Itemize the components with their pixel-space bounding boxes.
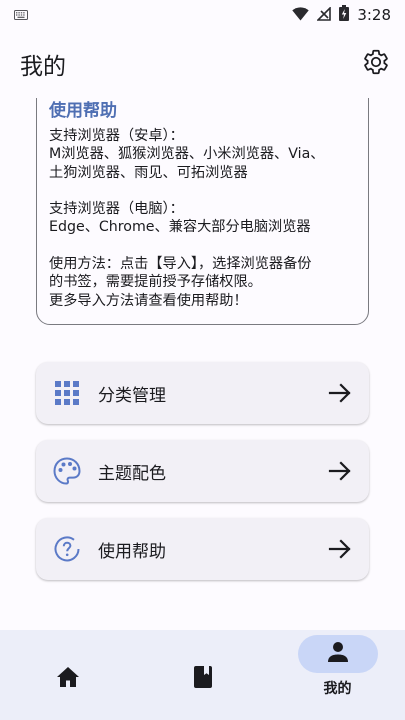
- help-line: 土狗浏览器、雨见、可拓浏览器: [49, 164, 248, 181]
- help-body: 支持浏览器（安卓）： M浏览器、狐猴浏览器、小米浏览器、Via、 土狗浏览器、雨…: [49, 127, 360, 310]
- nav-item-home[interactable]: [0, 630, 135, 720]
- nav-item-bookmarks[interactable]: [135, 630, 270, 720]
- menu-item-label: 主题配色: [98, 463, 166, 484]
- help-circle-icon: [52, 534, 82, 564]
- help-line-gap: [49, 237, 360, 255]
- help-line: 使用方法：点击【导入】，选择浏览器备份: [49, 256, 312, 273]
- person-icon: [327, 641, 349, 667]
- app-bar: 我的: [0, 42, 405, 86]
- help-line: M浏览器、狐猴浏览器、小米浏览器、Via、: [49, 146, 325, 163]
- nav-label: 我的: [323, 681, 352, 697]
- help-heading: 使用帮助: [49, 101, 117, 121]
- battery-charging-icon: [339, 5, 350, 25]
- bottom-nav: 我的: [0, 630, 405, 720]
- menu-item-label: 分类管理: [98, 385, 166, 406]
- arrow-right-icon: [327, 536, 353, 562]
- help-card-frame: 使用帮助 支持浏览器（安卓）： M浏览器、狐猴浏览器、小米浏览器、Via、 土狗…: [36, 98, 369, 325]
- help-line: 的书签，需要提前授予存储权限。: [49, 274, 262, 291]
- keyboard-icon: [14, 10, 28, 20]
- menu-item-category-management[interactable]: 分类管理: [36, 362, 369, 424]
- nav-item-mine[interactable]: 我的: [270, 630, 405, 720]
- no-signal-icon: [316, 5, 332, 25]
- menu-item-help[interactable]: 使用帮助: [36, 518, 369, 580]
- arrow-right-icon: [327, 458, 353, 484]
- status-bar: 3:28: [0, 0, 405, 30]
- help-line: Edge、Chrome、兼容大部分电脑浏览器: [49, 219, 311, 236]
- help-line: 支持浏览器（电脑）：: [49, 201, 184, 218]
- palette-icon: [52, 456, 82, 486]
- help-line: 更多导入方法请查看使用帮助！: [49, 292, 248, 309]
- help-line-gap: [49, 182, 360, 200]
- nav-active-pill: [297, 635, 378, 673]
- help-card: 使用帮助 支持浏览器（安卓）： M浏览器、狐猴浏览器、小米浏览器、Via、 土狗…: [36, 98, 369, 325]
- page-title: 我的: [20, 54, 66, 80]
- wifi-icon: [292, 6, 310, 25]
- home-icon: [55, 664, 81, 690]
- arrow-right-icon: [327, 380, 353, 406]
- menu-item-label: 使用帮助: [98, 541, 166, 562]
- settings-button[interactable]: [361, 49, 391, 79]
- status-time: 3:28: [357, 6, 391, 24]
- grid-icon: [52, 378, 82, 408]
- book-icon: [190, 664, 216, 690]
- gear-icon: [362, 48, 390, 80]
- help-line: 支持浏览器（安卓）：: [49, 128, 184, 144]
- menu-item-theme-color[interactable]: 主题配色: [36, 440, 369, 502]
